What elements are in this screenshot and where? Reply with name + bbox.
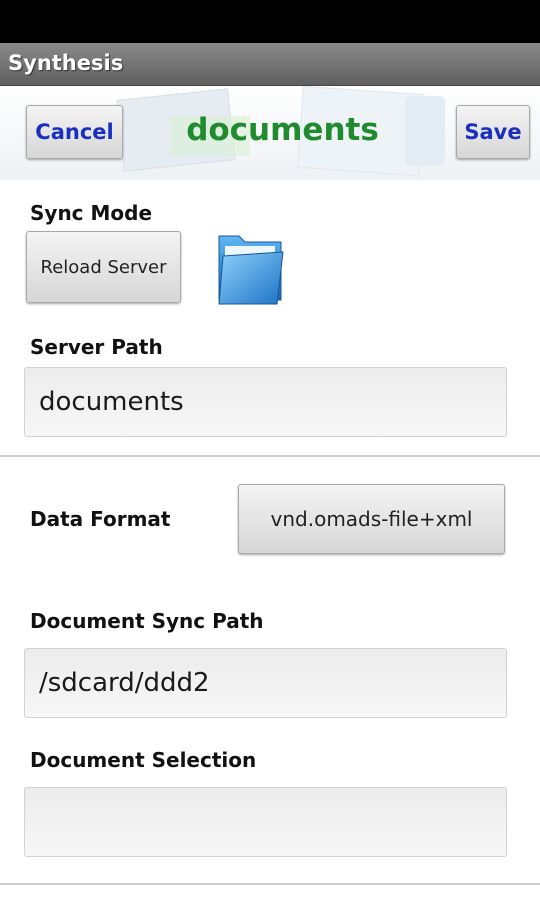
divider [0, 883, 540, 885]
server-path-label: Server Path [30, 335, 163, 359]
sync-mode-label: Sync Mode [30, 201, 153, 225]
title-bar: Synthesis [0, 43, 540, 86]
app-title: Synthesis [8, 51, 124, 75]
reload-server-button[interactable]: Reload Server [26, 231, 181, 303]
divider [0, 455, 540, 457]
save-button[interactable]: Save [456, 105, 530, 159]
header-bar: Cancel documents Save [0, 86, 540, 180]
document-sync-path-input[interactable]: /sdcard/ddd2 [24, 648, 507, 718]
folder-icon[interactable] [215, 228, 287, 308]
data-format-label: Data Format [30, 507, 171, 531]
document-sync-path-label: Document Sync Path [30, 609, 264, 633]
cancel-button[interactable]: Cancel [26, 105, 123, 159]
server-path-input[interactable]: documents [24, 367, 507, 437]
document-selection-input[interactable] [24, 787, 507, 857]
page-title: documents [186, 112, 379, 148]
status-bar [0, 0, 540, 43]
document-selection-label: Document Selection [30, 748, 257, 772]
data-format-select[interactable]: vnd.omads-file+xml [238, 484, 505, 554]
